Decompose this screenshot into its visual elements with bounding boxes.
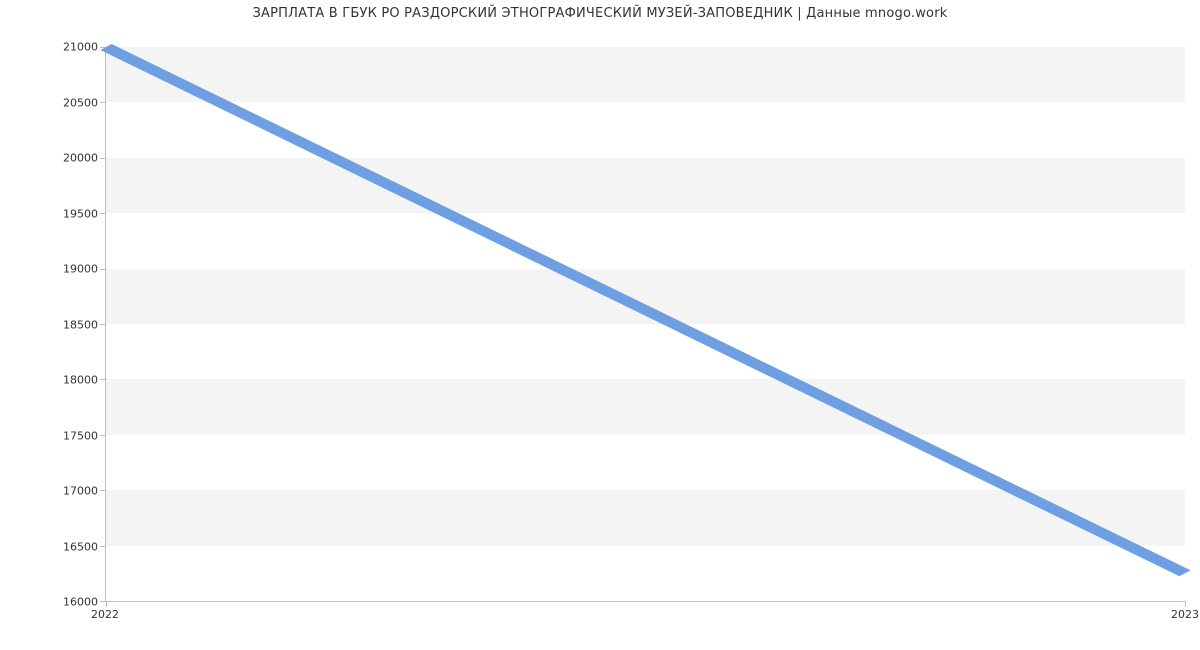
x-tick	[106, 601, 107, 607]
y-tick-label: 21000	[18, 41, 98, 54]
plot-area	[105, 47, 1185, 602]
series-line	[106, 47, 1185, 573]
y-tick-label: 16500	[18, 540, 98, 553]
x-tick	[1185, 601, 1186, 607]
x-tick-label: 2023	[1171, 608, 1199, 621]
line-layer	[106, 47, 1185, 601]
x-tick-label: 2022	[91, 608, 119, 621]
y-tick-label: 16000	[18, 596, 98, 609]
line-chart: ЗАРПЛАТА В ГБУК РО РАЗДОРСКИЙ ЭТНОГРАФИЧ…	[0, 0, 1200, 650]
y-tick-label: 20000	[18, 152, 98, 165]
y-tick-label: 19500	[18, 207, 98, 220]
y-tick-label: 17500	[18, 429, 98, 442]
chart-title: ЗАРПЛАТА В ГБУК РО РАЗДОРСКИЙ ЭТНОГРАФИЧ…	[0, 6, 1200, 21]
y-tick-label: 18000	[18, 374, 98, 387]
y-tick-label: 19000	[18, 263, 98, 276]
y-tick-label: 20500	[18, 96, 98, 109]
y-tick-label: 18500	[18, 318, 98, 331]
y-tick-label: 17000	[18, 485, 98, 498]
